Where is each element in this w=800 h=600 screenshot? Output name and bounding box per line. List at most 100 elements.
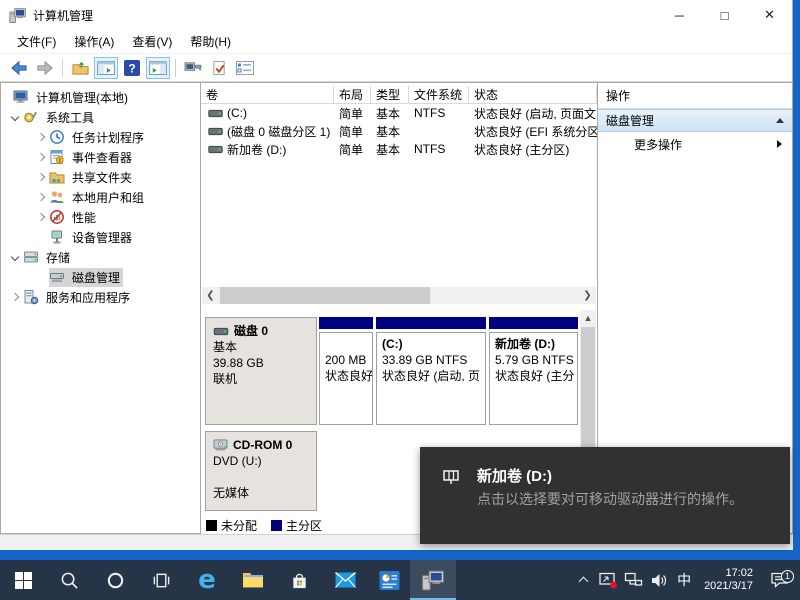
chevron-right-icon[interactable] xyxy=(7,294,23,300)
sidebar-item-performance[interactable]: 性能 xyxy=(1,207,200,227)
table-row[interactable]: 新加卷 (D:) 简单 基本 NTFS 状态良好 (主分区) xyxy=(201,140,597,158)
tray-clock[interactable]: 17:02 2021/3/17 xyxy=(697,567,762,593)
sidebar-item-label: 设备管理器 xyxy=(69,228,135,247)
collapse-icon[interactable] xyxy=(776,118,784,123)
task-view-button[interactable] xyxy=(138,560,184,600)
file-explorer-button[interactable] xyxy=(230,560,276,600)
forward-icon[interactable] xyxy=(33,57,57,79)
cell-type: 基本 xyxy=(371,122,409,140)
volume-table-header: 卷 布局 类型 文件系统 状态 xyxy=(201,86,597,104)
minimize-button[interactable]: ─ xyxy=(657,0,702,30)
table-row[interactable]: (磁盘 0 磁盘分区 1) 简单 基本 状态良好 (EFI 系统分区 xyxy=(201,122,597,140)
disk0-tile[interactable]: 磁盘 0 基本 39.88 GB 联机 xyxy=(205,317,317,425)
partition-efi[interactable]: 200 MB 状态良好 xyxy=(319,317,373,425)
sidebar-item-services-applications[interactable]: 服务和应用程序 xyxy=(1,287,200,307)
partition-c[interactable]: (C:) 33.89 GB NTFS 状态良好 (启动, 页 xyxy=(376,317,486,425)
menu-action[interactable]: 操作(A) xyxy=(65,30,123,53)
tray-chevron-up-icon[interactable] xyxy=(571,575,596,585)
chevron-right-icon[interactable] xyxy=(33,194,49,200)
sidebar-item-system-tools[interactable]: 系统工具 xyxy=(1,107,200,127)
help-icon[interactable]: ? xyxy=(120,57,144,79)
column-layout[interactable]: 布局 xyxy=(334,86,371,104)
more-actions-item[interactable]: 更多操作 xyxy=(598,132,792,156)
partition-label xyxy=(325,336,367,352)
export-list-icon[interactable] xyxy=(68,57,92,79)
refresh-disk-icon[interactable] xyxy=(181,57,205,79)
chevron-right-icon[interactable] xyxy=(33,174,49,180)
mail-button[interactable] xyxy=(322,560,368,600)
column-volume[interactable]: 卷 xyxy=(201,86,334,104)
computer-management-icon xyxy=(421,569,446,591)
chevron-right-icon[interactable] xyxy=(33,154,49,160)
cell-layout: 简单 xyxy=(334,104,371,122)
scroll-right-icon[interactable]: ❯ xyxy=(579,287,596,304)
sidebar-item-label: 磁盘管理 xyxy=(69,268,123,287)
store-button[interactable] xyxy=(276,560,322,600)
maximize-button[interactable]: □ xyxy=(702,0,747,30)
column-type[interactable]: 类型 xyxy=(371,86,409,104)
title-bar[interactable]: 计算机管理 ─ □ ✕ xyxy=(0,0,792,30)
actions-section-disk-management[interactable]: 磁盘管理 xyxy=(598,109,792,132)
system-app-icon xyxy=(379,570,400,591)
cast-notification-icon[interactable] xyxy=(596,572,621,589)
chevron-down-icon[interactable] xyxy=(7,254,23,260)
partition-status: 状态良好 xyxy=(325,368,367,384)
show-action-pane-icon[interactable] xyxy=(146,57,170,79)
sidebar-item-disk-management[interactable]: 磁盘管理 xyxy=(1,267,200,287)
primary-partition-swatch xyxy=(271,520,282,531)
task-view-icon xyxy=(152,571,171,590)
back-icon[interactable] xyxy=(7,57,31,79)
check-document-icon[interactable] xyxy=(207,57,231,79)
chevron-right-icon xyxy=(777,140,782,148)
legend: 未分配 主分区 xyxy=(206,517,322,534)
menu-view[interactable]: 查看(V) xyxy=(123,30,181,53)
drive-notification-toast[interactable]: 新加卷 (D:) 点击以选择要对可移动驱动器进行的操作。 xyxy=(420,447,790,544)
action-center-button[interactable]: 1 xyxy=(762,572,796,589)
partition-d[interactable]: 新加卷 (D:) 5.79 GB NTFS 状态良好 (主分 xyxy=(489,317,578,425)
task-list-icon[interactable] xyxy=(233,57,257,79)
column-filesystem[interactable]: 文件系统 xyxy=(409,86,469,104)
ime-indicator[interactable]: 中 xyxy=(671,570,697,590)
sidebar-item-task-scheduler[interactable]: 任务计划程序 xyxy=(1,127,200,147)
partition-label: (C:) xyxy=(382,336,480,352)
unallocated-swatch xyxy=(206,520,217,531)
volume-icon xyxy=(208,145,223,154)
event-viewer-icon xyxy=(49,149,65,165)
search-button[interactable] xyxy=(46,560,92,600)
cell-volume: 新加卷 (D:) xyxy=(227,141,286,158)
device-manager-icon xyxy=(49,229,65,245)
menu-file[interactable]: 文件(F) xyxy=(8,30,65,53)
computer-management-taskbar-button[interactable] xyxy=(410,560,456,600)
partition-size: 200 MB xyxy=(325,352,367,368)
volume-icon[interactable] xyxy=(646,573,671,588)
shared-folder-icon xyxy=(49,169,65,185)
close-button[interactable]: ✕ xyxy=(747,0,792,30)
edge-button[interactable]: e xyxy=(184,560,230,600)
column-status[interactable]: 状态 xyxy=(469,86,597,104)
scroll-up-icon[interactable]: ▲ xyxy=(580,310,596,326)
sidebar-item-local-users-groups[interactable]: 本地用户和组 xyxy=(1,187,200,207)
scroll-left-icon[interactable]: ❮ xyxy=(202,287,219,304)
sidebar-item-storage[interactable]: 存储 xyxy=(1,247,200,267)
horizontal-scrollbar[interactable]: ❮ ❯ xyxy=(202,287,596,304)
menu-help[interactable]: 帮助(H) xyxy=(181,30,240,53)
desktop: 计算机管理 ─ □ ✕ 文件(F) 操作(A) 查看(V) 帮助(H) ? xyxy=(0,0,800,600)
chevron-down-icon[interactable] xyxy=(7,114,23,120)
chevron-right-icon[interactable] xyxy=(33,214,49,220)
table-row[interactable]: (C:) 简单 基本 NTFS 状态良好 (启动, 页面文 xyxy=(201,104,597,122)
cortana-button[interactable] xyxy=(92,560,138,600)
sidebar-item-shared-folders[interactable]: 共享文件夹 xyxy=(1,167,200,187)
network-icon[interactable] xyxy=(621,572,646,588)
sidebar-item-device-manager[interactable]: 设备管理器 xyxy=(1,227,200,247)
system-app-button[interactable] xyxy=(368,560,410,600)
partition-color-bar xyxy=(489,317,578,329)
show-console-tree-icon[interactable] xyxy=(94,57,118,79)
cell-type: 基本 xyxy=(371,104,409,122)
legend-label: 未分配 xyxy=(221,517,257,534)
scrollbar-thumb[interactable] xyxy=(220,287,430,304)
sidebar-item-event-viewer[interactable]: 事件查看器 xyxy=(1,147,200,167)
cdrom-tile[interactable]: CD-ROM 0 DVD (U:) 无媒体 xyxy=(205,431,317,511)
sidebar-item-computer-management[interactable]: 计算机管理(本地) xyxy=(1,87,200,107)
chevron-right-icon[interactable] xyxy=(33,134,49,140)
start-button[interactable] xyxy=(0,560,46,600)
